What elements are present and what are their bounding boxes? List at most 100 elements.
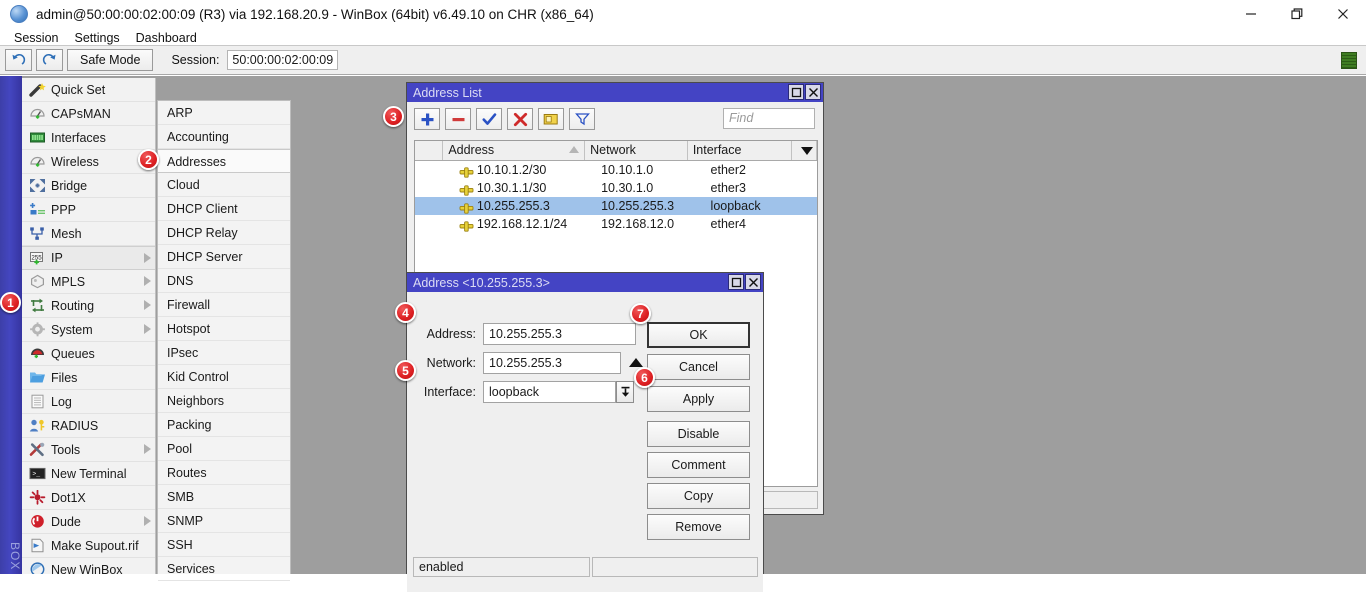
column-header-address[interactable]: Address	[443, 141, 585, 160]
table-row[interactable]: 192.168.12.1/24192.168.12.0ether4	[415, 215, 817, 233]
network-input[interactable]: 10.255.255.3	[483, 352, 621, 374]
submenu-item-arp[interactable]: ARP	[158, 101, 290, 125]
main-menu-sidebar[interactable]: Quick SetCAPsMANInterfacesWirelessBridge…	[22, 78, 156, 574]
ip-submenu[interactable]: ARPAccountingAddressesCloudDHCP ClientDH…	[157, 100, 291, 574]
address-list-close-icon[interactable]	[805, 84, 821, 100]
ok-button[interactable]: OK	[647, 322, 750, 348]
submenu-item-hotspot[interactable]: Hotspot	[158, 317, 290, 341]
comment-button[interactable]: Comment	[647, 452, 750, 478]
sidebar-item-label: Dude	[51, 515, 81, 529]
sidebar-item-routing[interactable]: Routing	[22, 294, 155, 318]
sidebar-item-dot1x[interactable]: Dot1X	[22, 486, 155, 510]
submenu-item-dhcp-relay[interactable]: DHCP Relay	[158, 221, 290, 245]
redo-button[interactable]	[36, 49, 63, 71]
ip-255-icon: 255	[27, 249, 47, 267]
remove-button[interactable]: Remove	[647, 514, 750, 540]
submenu-item-kid-control[interactable]: Kid Control	[158, 365, 290, 389]
safe-mode-button[interactable]: Safe Mode	[67, 49, 153, 71]
chevron-right-icon	[144, 253, 151, 263]
sidebar-item-log[interactable]: Log	[22, 390, 155, 414]
sidebar-item-system[interactable]: System	[22, 318, 155, 342]
network-expand-up-icon[interactable]	[629, 358, 643, 367]
address-entry-icon	[459, 165, 474, 176]
sidebar-item-quick-set[interactable]: Quick Set	[22, 78, 155, 102]
submenu-item-dhcp-server[interactable]: DHCP Server	[158, 245, 290, 269]
sidebar-item-files[interactable]: Files	[22, 366, 155, 390]
sidebar-item-queues[interactable]: Queues	[22, 342, 155, 366]
submenu-item-accounting[interactable]: Accounting	[158, 125, 290, 149]
enable-button[interactable]	[476, 108, 502, 130]
submenu-item-ssh[interactable]: SSH	[158, 533, 290, 557]
column-header-network[interactable]: Network	[585, 141, 688, 160]
table-row[interactable]: 10.30.1.1/3010.30.1.0ether3	[415, 179, 817, 197]
table-row[interactable]: 10.255.255.310.255.255.3loopback	[415, 197, 817, 215]
submenu-item-neighbors[interactable]: Neighbors	[158, 389, 290, 413]
submenu-item-dns[interactable]: DNS	[158, 269, 290, 293]
cell-address: 10.30.1.1/30	[445, 179, 596, 197]
address-dialog-title: Address <10.255.255.3>	[413, 276, 550, 290]
gauge-icon	[27, 153, 47, 171]
interface-input[interactable]: loopback	[483, 381, 616, 403]
maximize-button[interactable]	[1274, 0, 1320, 28]
interface-dropdown-button[interactable]	[616, 381, 634, 403]
sidebar-item-bridge[interactable]: Bridge	[22, 174, 155, 198]
sidebar-item-ppp[interactable]: PPP	[22, 198, 155, 222]
address-input[interactable]: 10.255.255.3	[483, 323, 636, 345]
minimize-button[interactable]	[1228, 0, 1274, 28]
submenu-item-addresses[interactable]: Addresses	[158, 149, 290, 173]
cancel-button[interactable]: Cancel	[647, 354, 750, 380]
sidebar-item-new-winbox[interactable]: New WinBox	[22, 558, 155, 574]
sidebar-item-capsman[interactable]: CAPsMAN	[22, 102, 155, 126]
undo-button[interactable]	[5, 49, 32, 71]
sidebar-item-new-terminal[interactable]: >_New Terminal	[22, 462, 155, 486]
sidebar-item-interfaces[interactable]: Interfaces	[22, 126, 155, 150]
address-list-toolbar: Find	[407, 102, 823, 136]
submenu-item-ipsec[interactable]: IPsec	[158, 341, 290, 365]
sidebar-item-label: Log	[51, 395, 72, 409]
address-dialog-close-icon[interactable]	[745, 274, 761, 290]
sidebar-item-ip[interactable]: 255IP	[22, 246, 155, 270]
sidebar-item-wireless[interactable]: Wireless	[22, 150, 155, 174]
sidebar-item-make-supout-rif[interactable]: Make Supout.rif	[22, 534, 155, 558]
column-header-interface[interactable]: Interface	[688, 141, 793, 160]
close-button[interactable]	[1320, 0, 1366, 28]
address-list-titlebar[interactable]: Address List	[407, 83, 823, 102]
address-list-restore-icon[interactable]	[788, 84, 804, 100]
address-field-label: Address:	[413, 327, 476, 341]
sidebar-item-dude[interactable]: Dude	[22, 510, 155, 534]
cell-interface: loopback	[706, 197, 817, 215]
submenu-item-snmp[interactable]: SNMP	[158, 509, 290, 533]
sidebar-item-mesh[interactable]: Mesh	[22, 222, 155, 246]
winbox-logo-icon	[10, 5, 28, 23]
submenu-item-pool[interactable]: Pool	[158, 437, 290, 461]
submenu-item-routes[interactable]: Routes	[158, 461, 290, 485]
address-table-body[interactable]: 10.10.1.2/3010.10.1.0ether210.30.1.1/301…	[415, 161, 817, 233]
column-chooser-button[interactable]	[792, 141, 817, 160]
submenu-item-dhcp-client[interactable]: DHCP Client	[158, 197, 290, 221]
submenu-item-cloud[interactable]: Cloud	[158, 173, 290, 197]
apply-button[interactable]: Apply	[647, 386, 750, 412]
disable-button[interactable]	[507, 108, 533, 130]
disable-button[interactable]: Disable	[647, 421, 750, 447]
comment-button[interactable]	[538, 108, 564, 130]
submenu-item-firewall[interactable]: Firewall	[158, 293, 290, 317]
find-input[interactable]: Find	[723, 108, 815, 129]
add-button[interactable]	[414, 108, 440, 130]
remove-button[interactable]	[445, 108, 471, 130]
submenu-item-smb[interactable]: SMB	[158, 485, 290, 509]
submenu-item-packing[interactable]: Packing	[158, 413, 290, 437]
cell-network: 192.168.12.0	[596, 215, 705, 233]
table-row[interactable]: 10.10.1.2/3010.10.1.0ether2	[415, 161, 817, 179]
cell-address: 10.10.1.2/30	[445, 161, 596, 179]
submenu-item-services[interactable]: Services	[158, 557, 290, 581]
copy-button[interactable]: Copy	[647, 483, 750, 509]
ppp-icon	[27, 201, 47, 219]
sidebar-item-tools[interactable]: Tools	[22, 438, 155, 462]
dot1x-icon	[27, 489, 47, 507]
session-value[interactable]: 50:00:00:02:00:09	[227, 50, 338, 70]
filter-button[interactable]	[569, 108, 595, 130]
sidebar-item-radius[interactable]: RADIUS	[22, 414, 155, 438]
address-dialog-titlebar[interactable]: Address <10.255.255.3>	[407, 273, 763, 292]
address-dialog-restore-icon[interactable]	[728, 274, 744, 290]
sidebar-item-mpls[interactable]: MPLS	[22, 270, 155, 294]
